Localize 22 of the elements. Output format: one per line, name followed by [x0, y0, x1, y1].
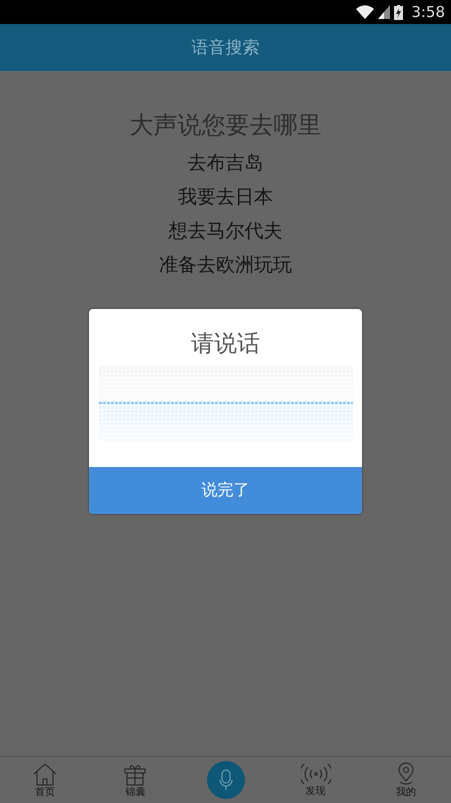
microphone-icon — [218, 769, 232, 791]
prompt-heading: 大声说您要去哪里 — [130, 110, 322, 141]
wifi-icon — [356, 5, 374, 19]
gift-icon — [123, 762, 148, 786]
cell-signal-icon — [378, 5, 390, 19]
nav-tab[interactable]: 首页 — [0, 762, 90, 798]
signal-waves-icon — [300, 763, 331, 785]
finish-button[interactable]: 说完了 — [89, 467, 362, 514]
battery-charging-icon — [394, 4, 404, 20]
example-phrase: 去布吉岛 — [188, 151, 264, 176]
nav-tab[interactable]: 我的 — [360, 762, 451, 798]
location-pin-icon — [396, 762, 416, 786]
example-phrase: 想去马尔代夫 — [168, 219, 282, 244]
nav-tab[interactable]: 锦囊 — [90, 762, 180, 798]
home-icon — [32, 762, 58, 786]
nav-tab[interactable]: 发现 — [270, 763, 361, 797]
example-phrase: 准备去欧洲玩玩 — [159, 253, 292, 278]
status-time: 3:58 — [411, 3, 445, 21]
microphone-button[interactable] — [206, 761, 244, 799]
page-title: 语音搜索 — [192, 37, 260, 59]
dialog-title: 请说话 — [191, 330, 260, 359]
example-phrase: 我要去日本 — [178, 185, 273, 210]
